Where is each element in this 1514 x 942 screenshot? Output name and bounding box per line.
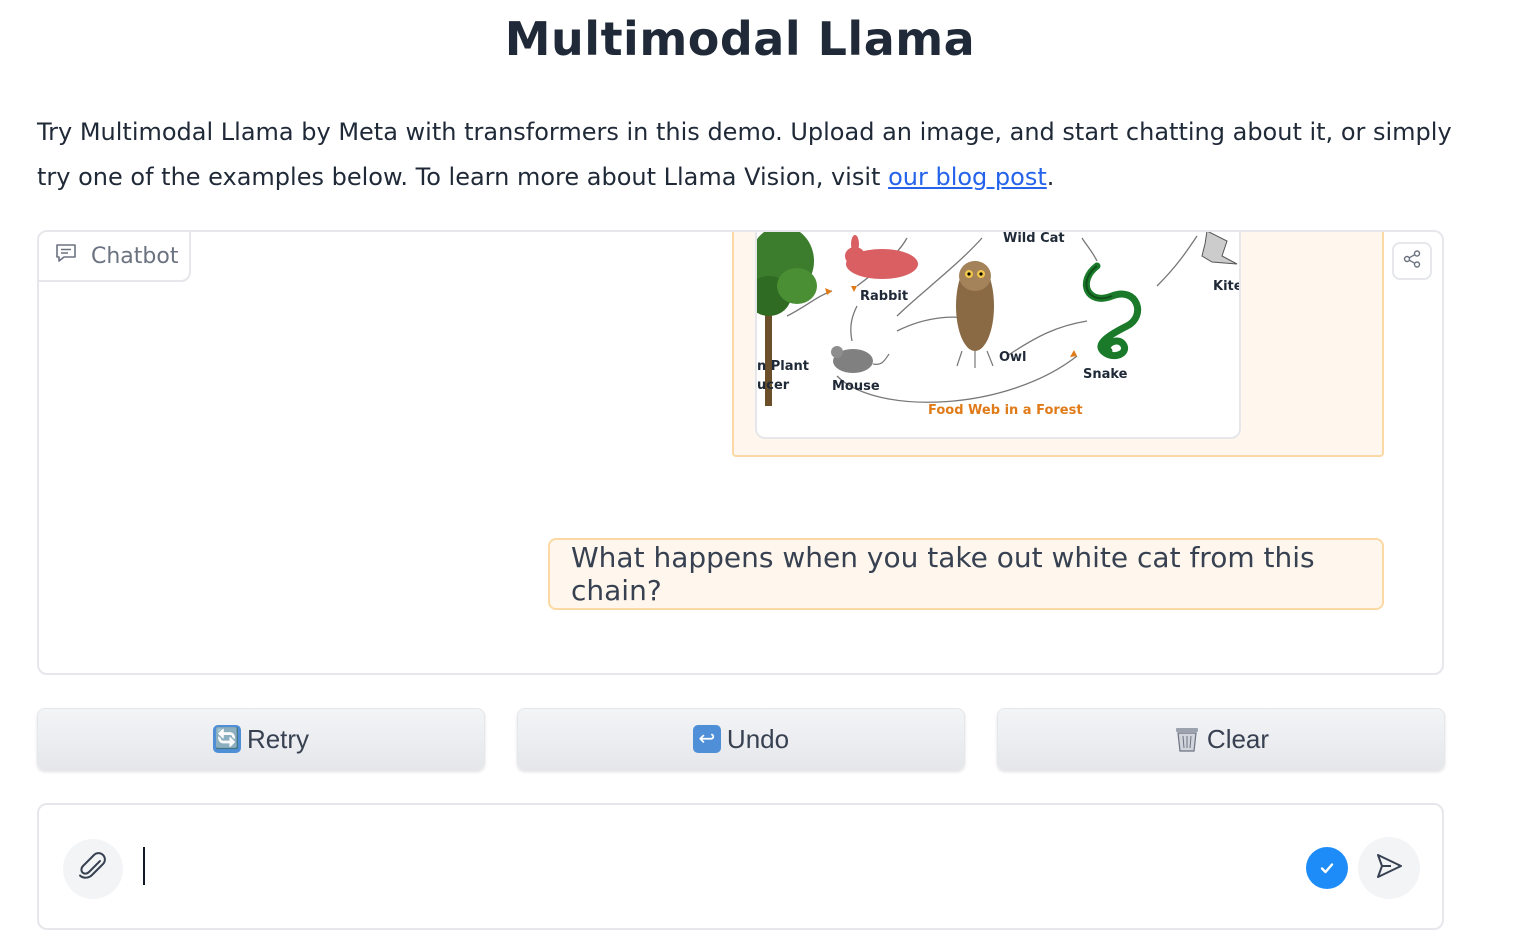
message-input[interactable]: [139, 845, 1289, 893]
undo-label: Undo: [726, 723, 790, 754]
label-snake: Snake: [1083, 367, 1128, 382]
chatbot-label: Chatbot: [39, 232, 191, 282]
paperclip-icon: [76, 850, 110, 888]
chatbot-label-text: Chatbot: [91, 243, 179, 269]
user-message-bubble: What happens when you take out white cat…: [548, 538, 1384, 610]
retry-button[interactable]: 🔄 Retry: [37, 708, 485, 770]
clear-button[interactable]: Clear: [997, 708, 1445, 770]
label-mouse: Mouse: [832, 379, 880, 394]
user-message-text: What happens when you take out white cat…: [571, 541, 1315, 607]
label-wild-cat: Wild Cat: [1003, 231, 1065, 246]
chatbot-panel[interactable]: Chatbot Wild Cat Rabbit Kite n Plant uce…: [37, 230, 1444, 675]
check-icon: [1306, 847, 1348, 889]
label-kite: Kite: [1213, 279, 1241, 294]
label-rabbit: Rabbit: [860, 289, 908, 304]
message-input-box: [37, 803, 1444, 930]
share-button[interactable]: [1392, 242, 1432, 280]
image-message-bubble: Wild Cat Rabbit Kite n Plant ucer Mouse …: [732, 231, 1384, 457]
label-plant: n Plant: [757, 359, 809, 374]
label-producer: ucer: [757, 378, 790, 393]
blog-post-link[interactable]: our blog post: [888, 163, 1047, 191]
page-description: Try Multimodal Llama by Meta with transf…: [37, 110, 1457, 200]
description-text: Try Multimodal Llama by Meta with transf…: [37, 118, 1452, 191]
share-icon: [1402, 249, 1422, 273]
attach-button[interactable]: [63, 839, 123, 899]
trash-icon: [1173, 724, 1201, 754]
label-owl: Owl: [999, 350, 1027, 365]
clear-label: Clear: [1206, 723, 1270, 754]
food-web-caption: Food Web in a Forest: [928, 403, 1083, 418]
retry-icon: 🔄: [212, 725, 241, 753]
description-end: .: [1046, 163, 1055, 191]
text-cursor: [143, 847, 145, 885]
page-title: Multimodal Llama: [504, 12, 976, 66]
undo-icon: ↩: [692, 725, 721, 753]
retry-label: Retry: [246, 723, 310, 754]
undo-button[interactable]: ↩ Undo: [517, 708, 965, 770]
food-web-image[interactable]: Wild Cat Rabbit Kite n Plant ucer Mouse …: [755, 231, 1241, 439]
send-button[interactable]: [1358, 837, 1420, 899]
send-icon: [1373, 850, 1405, 886]
chat-bubble-icon: [55, 243, 77, 269]
